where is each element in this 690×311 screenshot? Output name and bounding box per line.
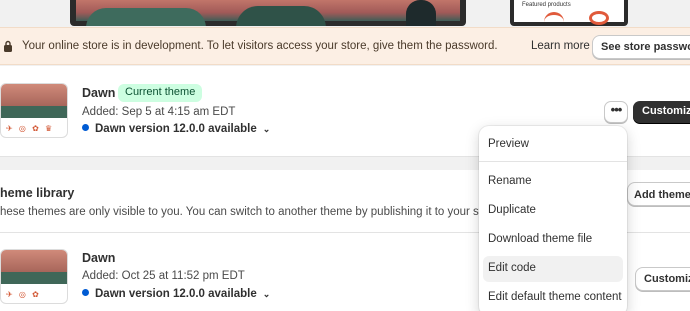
version-label: Dawn version 12.0.0 available [95,123,257,135]
menu-item-preview[interactable]: Preview [483,132,623,158]
menu-item-duplicate[interactable]: Duplicate [483,198,623,224]
theme-actions-menu: Preview Rename Duplicate Download theme … [479,126,627,311]
theme-preview-strip: Featured products [0,0,690,27]
current-theme-thumbnail: ✈ ◎ ✿ ♛ [0,83,68,138]
library-customize-button[interactable]: Customize [635,267,690,291]
current-theme-badge: Current theme [118,84,203,102]
mobile-preview-image: Featured products [510,0,628,26]
update-available-dot [82,124,89,131]
customize-button[interactable]: Customize [633,101,690,123]
library-theme-thumbnail: ✈ ◎ ✿ [0,249,68,304]
lock-icon [4,40,12,52]
development-store-banner: Your online store is in development. To … [0,27,690,65]
theme-library-description: hese themes are only visible to you. You… [0,206,502,218]
library-theme-added-date: Added: Oct 25 at 11:52 pm EDT [82,270,245,282]
library-theme-name: Dawn [82,251,116,265]
more-actions-button[interactable]: ••• [604,101,628,123]
menu-item-edit-default-theme-content[interactable]: Edit default theme content [483,285,623,311]
desktop-preview-image [70,0,466,26]
current-theme-version-dropdown[interactable]: Dawn version 12.0.0 available ⌄ [82,123,270,135]
add-theme-button[interactable]: Add theme ▾ [627,182,690,206]
menu-separator [479,161,627,162]
banner-message: Your online store is in development. To … [22,40,498,52]
featured-products-label: Featured products [522,2,571,8]
theme-library-title: heme library [0,186,75,200]
update-available-dot [82,289,89,296]
menu-item-edit-code[interactable]: Edit code [483,256,623,282]
menu-item-download-theme-file[interactable]: Download theme file [483,227,623,253]
library-theme-version-dropdown[interactable]: Dawn version 12.0.0 available ⌄ [82,288,270,300]
learn-more-link[interactable]: Learn more [531,40,590,52]
chevron-down-icon: ⌄ [262,124,271,134]
menu-item-rename[interactable]: Rename [483,169,623,195]
chevron-down-icon: ⌄ [262,289,271,299]
current-theme-name: Dawn [82,86,116,100]
current-theme-added-date: Added: Sep 5 at 4:15 am EDT [82,106,236,118]
see-store-password-button[interactable]: See store password [592,35,690,59]
version-label: Dawn version 12.0.0 available [95,288,257,300]
